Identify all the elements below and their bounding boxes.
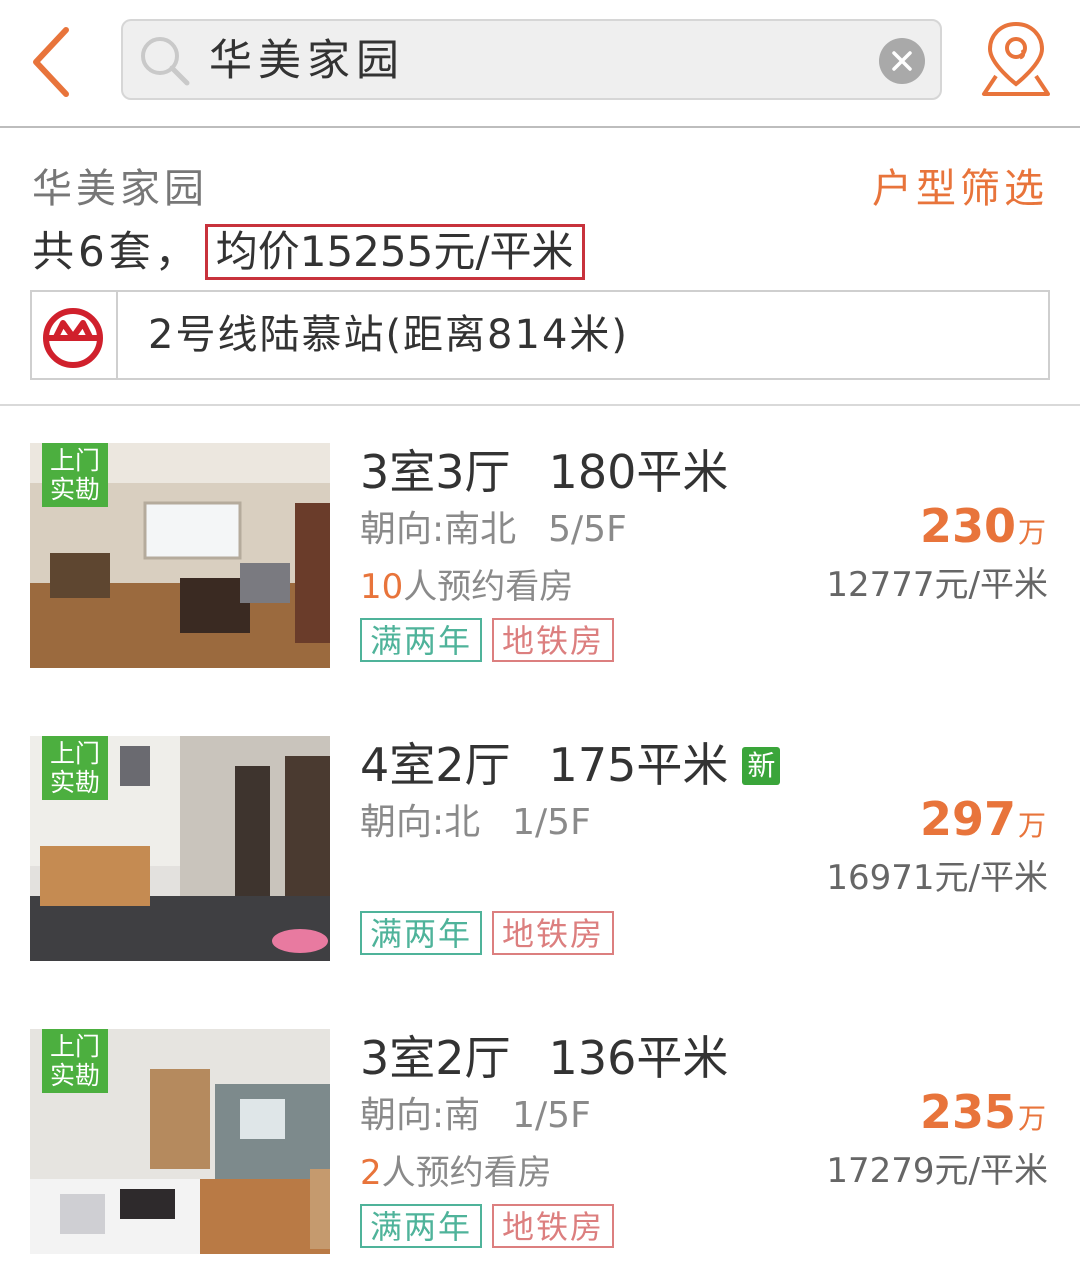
badge-line: 实勘 bbox=[49, 768, 100, 797]
floor-area: 175平米 bbox=[548, 738, 729, 792]
listing-title: 3室3厅 180平米 bbox=[360, 444, 728, 500]
tag-metro: 地铁房 bbox=[492, 911, 615, 955]
metro-logo-icon bbox=[43, 308, 103, 368]
floor: 5/5F bbox=[548, 509, 627, 550]
room-layout: 3室2厅 bbox=[360, 1031, 511, 1085]
price-unit: 万 bbox=[1017, 1102, 1046, 1135]
price-value: 297 bbox=[919, 792, 1016, 846]
tag-two-years: 满两年 bbox=[360, 1204, 483, 1248]
total-price: 297万 bbox=[920, 791, 1046, 847]
viewing-appointments: 2人预约看房 bbox=[360, 1150, 552, 1196]
price-value: 230 bbox=[919, 499, 1016, 553]
orientation: 朝向:北 bbox=[360, 802, 481, 843]
metro-info[interactable]: 2号线陆慕站(距离814米) bbox=[30, 290, 1050, 380]
top-bar: 华美家园 bbox=[0, 0, 1080, 128]
orientation-floor: 朝向:南北 5/5F bbox=[360, 506, 627, 554]
onsite-survey-badge: 上门 实勘 bbox=[42, 443, 108, 507]
listing-photo[interactable]: 上门 实勘 bbox=[30, 443, 330, 668]
tag-metro: 地铁房 bbox=[492, 618, 615, 662]
clear-icon[interactable] bbox=[879, 38, 925, 84]
listing-photo[interactable]: 上门 实勘 bbox=[30, 736, 330, 961]
orientation: 朝向:南 bbox=[360, 1095, 481, 1136]
onsite-survey-badge: 上门 实勘 bbox=[42, 736, 108, 800]
tag-two-years: 满两年 bbox=[360, 911, 483, 955]
tag-list: 满两年 地铁房 bbox=[360, 618, 624, 664]
price-unit: 万 bbox=[1017, 516, 1046, 549]
community-summary: 共6套， 均价15255元/平米 bbox=[32, 224, 585, 280]
floor: 1/5F bbox=[512, 1095, 591, 1136]
badge-line: 实勘 bbox=[49, 475, 100, 504]
floor-area: 136平米 bbox=[548, 1031, 729, 1085]
price-value: 235 bbox=[919, 1085, 1016, 1139]
unit-price: 12777元/平米 bbox=[826, 565, 1048, 605]
unit-price: 16971元/平米 bbox=[826, 858, 1048, 898]
badge-line: 上门 bbox=[49, 739, 100, 768]
views-suffix: 人预约看房 bbox=[403, 567, 574, 607]
listing-count: 共6套， bbox=[32, 227, 201, 276]
floor: 1/5F bbox=[512, 802, 591, 843]
listing-title: 3室2厅 136平米 bbox=[360, 1030, 728, 1086]
average-price: 均价15255元/平米 bbox=[204, 224, 585, 280]
onsite-survey-badge: 上门 实勘 bbox=[42, 1029, 108, 1093]
badge-line: 上门 bbox=[49, 1032, 100, 1061]
new-badge: 新 bbox=[742, 747, 781, 785]
search-query[interactable]: 华美家园 bbox=[209, 35, 405, 87]
price-unit: 万 bbox=[1017, 809, 1046, 842]
listing-title: 4室2厅 175平米新 bbox=[360, 737, 781, 793]
views-count: 10 bbox=[360, 567, 404, 607]
floor-area: 180平米 bbox=[548, 445, 729, 499]
metro-logo-cell bbox=[32, 292, 118, 378]
listing-item[interactable]: 上门 实勘 3室3厅 180平米 朝向:南北 5/5F 10人预约看房 满两年 地铁房… bbox=[0, 406, 1080, 701]
total-price: 230万 bbox=[920, 498, 1046, 554]
listing-photo[interactable]: 上门 实勘 bbox=[30, 1029, 330, 1254]
listing-item[interactable]: 上门 实勘 3室2厅 136平米 朝向:南 1/5F 2人预约看房 满两年 地铁房 2… bbox=[0, 992, 1080, 1285]
orientation: 朝向:南北 bbox=[360, 509, 517, 550]
listing-item[interactable]: 上门 实勘 4室2厅 175平米新 朝向:北 1/5F 满两年 地铁房 297万 16… bbox=[0, 699, 1080, 994]
badge-line: 实勘 bbox=[49, 1061, 100, 1090]
metro-station-text: 2号线陆慕站(距离814米) bbox=[148, 312, 630, 358]
tag-metro: 地铁房 bbox=[492, 1204, 615, 1248]
tag-list: 满两年 地铁房 bbox=[360, 1204, 624, 1250]
back-arrow-icon[interactable] bbox=[24, 22, 80, 102]
badge-line: 上门 bbox=[49, 446, 100, 475]
search-icon bbox=[141, 37, 190, 86]
search-input[interactable]: 华美家园 bbox=[121, 19, 942, 100]
viewing-appointments: 10人预约看房 bbox=[360, 564, 573, 610]
tag-two-years: 满两年 bbox=[360, 618, 483, 662]
map-location-icon[interactable] bbox=[978, 18, 1054, 102]
unit-price: 17279元/平米 bbox=[826, 1151, 1048, 1191]
room-layout: 3室3厅 bbox=[360, 445, 511, 499]
layout-filter-button[interactable]: 户型筛选 bbox=[872, 164, 1048, 214]
tag-list: 满两年 地铁房 bbox=[360, 911, 624, 957]
orientation-floor: 朝向:北 1/5F bbox=[360, 799, 591, 847]
views-count: 2 bbox=[360, 1153, 382, 1193]
community-name: 华美家园 bbox=[32, 166, 208, 212]
total-price: 235万 bbox=[920, 1084, 1046, 1140]
views-suffix: 人预约看房 bbox=[381, 1153, 552, 1193]
room-layout: 4室2厅 bbox=[360, 738, 511, 792]
orientation-floor: 朝向:南 1/5F bbox=[360, 1092, 591, 1140]
